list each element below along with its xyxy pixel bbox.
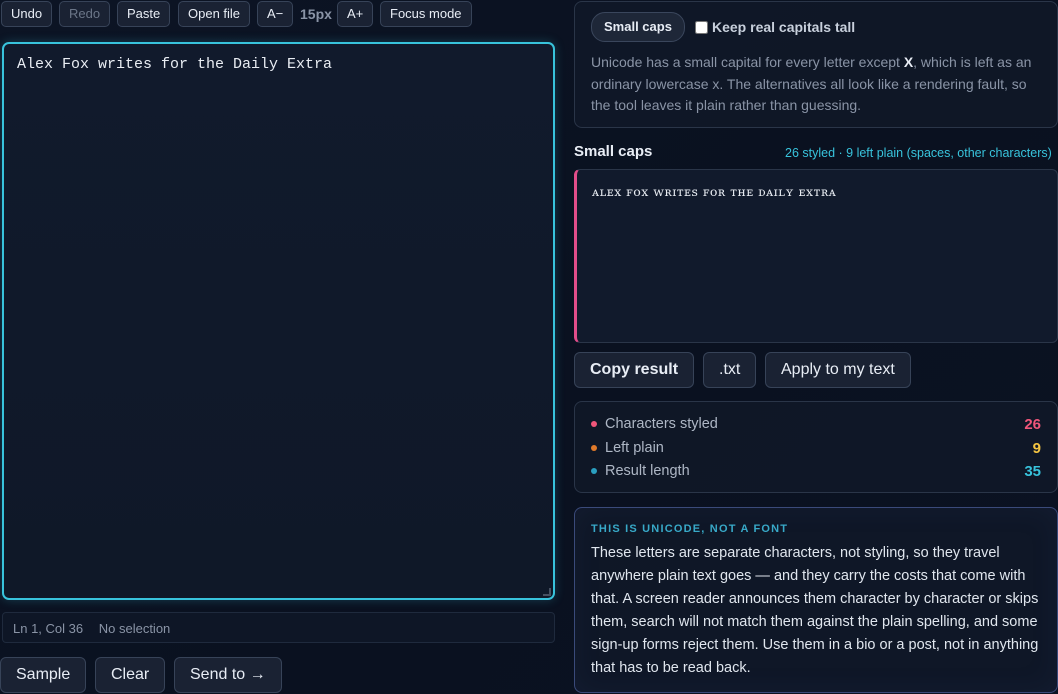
- open-file-button[interactable]: Open file: [178, 1, 251, 27]
- stat-value: 35: [1024, 462, 1041, 480]
- undo-button[interactable]: Undo: [1, 1, 53, 27]
- stats-panel: Characters styled 26 Left plain 9 Result…: [574, 401, 1058, 493]
- text-editor[interactable]: Alex Fox writes for the Daily Extra: [2, 42, 555, 600]
- info-title: THIS IS UNICODE, NOT A FONT: [591, 523, 789, 535]
- stat-row: Result length 35: [591, 461, 1041, 481]
- send-to-button[interactable]: Send to →: [174, 657, 282, 693]
- font-larger-button[interactable]: A+: [337, 1, 374, 27]
- font-size-readout: 15px: [300, 6, 332, 22]
- stat-row: Left plain 9: [591, 438, 1041, 458]
- font-smaller-button[interactable]: A−: [257, 1, 294, 27]
- status-bar: Ln 1, Col 36 No selection: [2, 612, 555, 643]
- stat-value: 26: [1024, 415, 1041, 433]
- clear-button[interactable]: Clear: [95, 657, 166, 693]
- keep-capitals-option[interactable]: Keep real capitals tall: [695, 19, 855, 35]
- redo-button[interactable]: Redo: [59, 1, 111, 27]
- result-summary: 26 styled · 9 left plain (spaces, other …: [785, 146, 1052, 160]
- paste-button[interactable]: Paste: [117, 1, 171, 27]
- stat-value: 9: [1032, 439, 1041, 457]
- stat-label: Left plain: [605, 440, 664, 456]
- selection-status: No selection: [98, 621, 171, 636]
- orange-dot-icon: [591, 445, 597, 451]
- editor-text: Alex Fox writes for the Daily Extra: [17, 56, 333, 73]
- info-body: These letters are separate characters, n…: [591, 545, 1039, 676]
- style-small-caps-button[interactable]: Small caps: [591, 12, 685, 42]
- small-caps-note: Unicode has a small capital for every le…: [591, 54, 1032, 113]
- download-txt-button[interactable]: .txt: [703, 352, 757, 388]
- resize-handle[interactable]: [543, 588, 551, 596]
- cursor-position: Ln 1, Col 36: [13, 621, 84, 636]
- apply-to-text-button[interactable]: Apply to my text: [765, 352, 911, 388]
- result-title: Small caps: [574, 143, 653, 160]
- stat-row: Characters styled 26: [591, 414, 1041, 434]
- stat-label: Result length: [605, 463, 690, 479]
- unicode-info-panel: THIS IS UNICODE, NOT A FONT These letter…: [574, 507, 1058, 693]
- copy-result-button[interactable]: Copy result: [574, 352, 695, 388]
- result-text: ᴀʟᴇx ꜰᴏx ᴡʀɪᴛᴇꜱ ꜰᴏʀ ᴛʜᴇ ᴅᴀɪʟʏ ᴇxᴛʀᴀ: [592, 184, 837, 199]
- stat-label: Characters styled: [605, 416, 718, 432]
- keep-capitals-label: Keep real capitals tall: [712, 19, 856, 35]
- focus-mode-button[interactable]: Focus mode: [380, 1, 472, 27]
- options-panel: Small caps Keep real capitals tall Unico…: [574, 1, 1058, 128]
- result-output[interactable]: ᴀʟᴇx ꜰᴏx ᴡʀɪᴛᴇꜱ ꜰᴏʀ ᴛʜᴇ ᴅᴀɪʟʏ ᴇxᴛʀᴀ: [574, 169, 1058, 343]
- pink-dot-icon: [591, 421, 597, 427]
- sample-button[interactable]: Sample: [0, 657, 87, 693]
- keep-capitals-checkbox[interactable]: [695, 20, 708, 34]
- blue-dot-icon: [591, 468, 597, 474]
